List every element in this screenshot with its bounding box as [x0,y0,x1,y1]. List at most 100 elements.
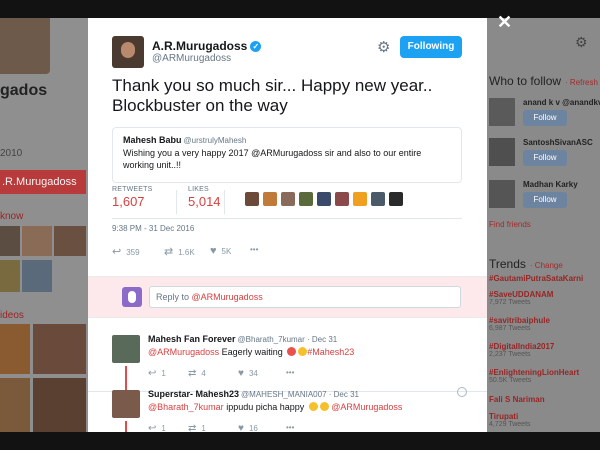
photo-thumbnail[interactable] [54,226,86,256]
reply-action[interactable]: ↩ 359 [112,245,140,258]
more-options[interactable]: ••• [286,368,294,377]
trend-tag[interactable]: Fali S Nariman [489,395,600,404]
trend-item[interactable]: #SaveUDDANAM 7,972 Tweets [489,290,600,306]
reply-author-avatar[interactable] [112,335,140,363]
likes-count-stat[interactable]: LIKES 5,014 [188,186,221,209]
reply-author-name[interactable]: Mahesh Fan Forever [148,334,236,344]
retweet-action[interactable]: ⇄ 1 [188,423,206,432]
tweet-to-button[interactable]: .R.Murugadoss [0,170,86,194]
more-options[interactable]: ••• [286,423,294,432]
heart-eyes-emoji-icon [287,347,297,356]
reply-composer: Reply to @ARMurugadoss [88,276,487,318]
trend-tag[interactable]: #GautamiPutraSataKarni [489,274,600,283]
reply-icon: ↩ [148,423,157,432]
trend-item[interactable]: #DigitalIndia2017 2,237 Tweets [489,342,600,358]
video-thumbnail[interactable] [0,324,30,374]
trend-item[interactable]: #GautamiPutraSataKarni [489,274,600,283]
reply-author-name[interactable]: Superstar- Mahesh23 [148,389,239,399]
avatar[interactable] [489,98,515,126]
photo-thumbnail[interactable] [22,260,52,292]
follow-button[interactable]: Follow [523,192,567,208]
liker-avatar[interactable] [299,192,313,206]
tweet-timestamp: 9:38 PM - 31 Dec 2016 [112,224,195,233]
video-thumbnail[interactable] [33,324,86,374]
liker-avatar[interactable] [281,192,295,206]
reply-body: ippudu picha happy [223,402,307,412]
retweet-count-stat[interactable]: RETWEETS 1,607 [112,186,153,209]
reply-author-meta: @Bharath_7kumar · Dec 31 [237,335,338,344]
refresh-link[interactable]: · Refresh [565,78,598,87]
trend-tag[interactable]: #savitribaiphule [489,316,600,325]
account-name[interactable]: Madhan Karky [523,180,578,189]
liker-avatar[interactable] [245,192,259,206]
trend-count: 4,729 Tweets [489,421,531,428]
photo-thumbnail[interactable] [0,260,20,292]
mention-link[interactable]: @ARMurugadoss [329,402,402,412]
mention-link[interactable]: @ARMurugadoss [148,347,219,357]
reply-action[interactable]: ↩ 1 [148,368,166,379]
video-thumbnail[interactable] [0,378,30,432]
photo-thumbnail[interactable] [0,226,20,256]
follow-button[interactable]: Follow [523,150,567,166]
liker-avatar[interactable] [317,192,331,206]
trend-tag[interactable]: Tirupati [489,412,600,421]
reply-tweet[interactable]: Superstar- Mahesh23 @MAHESH_MANIA007 · De… [88,385,487,432]
author-handle[interactable]: @ARMurugadoss [152,53,231,64]
retweet-icon: ⇄ [164,246,174,258]
retweet-action[interactable]: ⇄ 4 [188,368,206,379]
liker-avatar[interactable] [353,192,367,206]
quoted-tweet[interactable]: Mahesh Babu @urstrulyMahesh Wishing you a… [112,127,462,183]
avatar[interactable] [489,138,515,166]
close-icon[interactable]: ✕ [497,12,512,33]
gear-icon[interactable]: ⚙ [575,34,588,51]
author-name[interactable]: A.R.Murugadoss ✓ [152,39,262,53]
trend-count: 50.5K Tweets [489,377,532,384]
video-thumbnail[interactable] [33,378,86,432]
account-name[interactable]: anand k v @anandkv [523,98,600,107]
reply-author-avatar[interactable] [112,390,140,418]
hashtag-link[interactable]: #Mahesh23 [307,347,354,357]
trend-tag[interactable]: #SaveUDDANAM [489,290,600,299]
reply-body: Eagerly waiting [219,347,286,357]
like-action[interactable]: ♥ 34 [238,368,258,379]
trend-tag[interactable]: #DigitalIndia2017 [489,342,600,351]
trends-title: Trends [489,257,526,271]
following-button[interactable]: Following [400,36,462,58]
trend-item[interactable]: #savitribaiphule 6,987 Tweets [489,316,600,332]
avatar[interactable] [489,180,515,208]
liker-avatar[interactable] [335,192,349,206]
reply-icon: ↩ [148,368,157,379]
liker-avatar[interactable] [371,192,385,206]
gear-icon[interactable]: ⚙ [377,38,390,56]
you-may-know-heading: know [0,211,24,222]
reply-tweet[interactable]: Mahesh Fan Forever @Bharath_7kumar · Dec … [88,330,487,392]
photo-thumbnail[interactable] [22,226,52,256]
reply-action[interactable]: ↩ 1 [148,423,166,432]
reply-author[interactable]: Mahesh Fan Forever @Bharath_7kumar · Dec … [148,334,337,344]
follow-button[interactable]: Follow [523,110,567,126]
retweet-icon: ⇄ [188,368,197,379]
find-friends-link[interactable]: Find friends [489,220,531,229]
trend-tag[interactable]: #EnlighteningLionHeart [489,368,600,377]
change-link[interactable]: · Change [530,261,563,270]
liker-avatar[interactable] [389,192,403,206]
account-name[interactable]: SantoshSivanASC [523,138,593,147]
like-count: 16 [248,424,258,432]
reply-text: @Bharath_7kumar ippudu picha happy @ARMu… [148,402,402,412]
author-name-text[interactable]: A.R.Murugadoss [152,39,247,53]
trend-item[interactable]: Fali S Nariman [489,395,600,404]
reply-input[interactable]: Reply to @ARMurugadoss [149,286,461,308]
author-avatar[interactable] [112,36,144,68]
reply-author[interactable]: Superstar- Mahesh23 @MAHESH_MANIA007 · De… [148,389,359,399]
settings-icon[interactable] [457,387,467,397]
liker-avatar[interactable] [263,192,277,206]
trend-item[interactable]: #EnlighteningLionHeart 50.5K Tweets [489,368,600,384]
heart-icon: ♥ [238,368,244,379]
videos-heading: ideos [0,310,24,321]
retweet-action[interactable]: ⇄ 1.6K [164,245,195,258]
mention-link[interactable]: @Bharath_7kumar [148,402,224,412]
trend-item[interactable]: Tirupati 4,729 Tweets [489,412,600,428]
like-action[interactable]: ♥ 16 [238,423,258,432]
like-action[interactable]: ♥ 5K [210,245,231,257]
more-options[interactable]: ••• [250,245,258,254]
